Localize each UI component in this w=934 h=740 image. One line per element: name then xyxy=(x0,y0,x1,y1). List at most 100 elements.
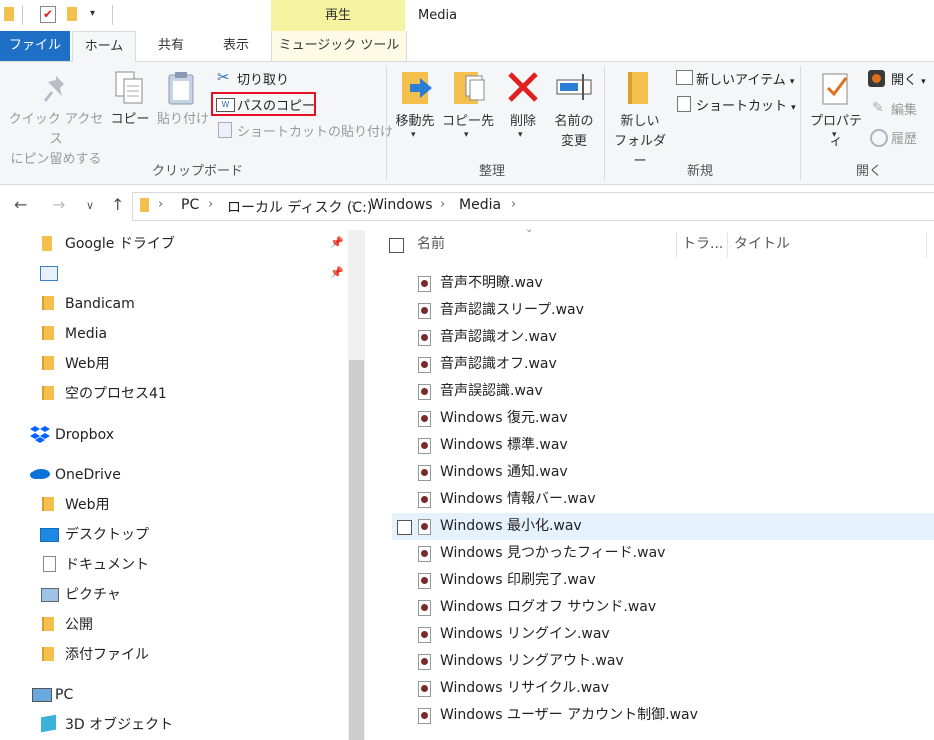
chevron-down-icon[interactable]: ▾ xyxy=(518,130,523,140)
clipboard-group-label: クリップボード xyxy=(152,164,244,179)
delete-button[interactable]: 削除 xyxy=(502,112,544,132)
nav-item-public[interactable]: 公開 xyxy=(65,610,93,640)
folder-icon xyxy=(42,647,54,661)
folder-icon xyxy=(42,617,54,631)
easy-access-button[interactable]: ショートカット ▾ xyxy=(696,95,796,114)
file-name[interactable]: 音声認識スリープ.wav xyxy=(440,297,584,324)
breadcrumb-separator-icon[interactable]: › xyxy=(351,197,356,212)
chevron-down-icon: ▾ xyxy=(921,77,926,87)
back-arrow-icon[interactable]: ← xyxy=(14,195,27,214)
column-header-track[interactable]: トラ... xyxy=(682,230,723,258)
nav-item-attachments[interactable]: 添付ファイル xyxy=(65,640,149,670)
wav-file-icon xyxy=(418,573,431,589)
column-divider[interactable] xyxy=(926,232,927,258)
breadcrumb-media[interactable]: Media xyxy=(459,197,501,213)
column-header-name[interactable]: 名前 xyxy=(417,230,445,258)
easy-access-label: ショートカット xyxy=(696,99,788,114)
cut-button[interactable]: 切り取り xyxy=(237,69,289,88)
move-to-icon xyxy=(400,70,434,106)
tab-view[interactable]: 表示 xyxy=(212,31,260,61)
file-name[interactable]: Windows リングアウト.wav xyxy=(440,648,624,675)
file-name[interactable]: Windows ログオフ サウンド.wav xyxy=(440,594,656,621)
new-folder-button[interactable]: 新しい フォルダー xyxy=(610,112,670,172)
file-name[interactable]: 音声認識オフ.wav xyxy=(440,351,557,378)
nav-item-media[interactable]: Media xyxy=(65,319,107,349)
pin-icon[interactable]: 📌 xyxy=(330,236,344,249)
open-button[interactable]: 開く ▾ xyxy=(891,69,926,88)
breadcrumb-separator-icon[interactable]: › xyxy=(511,197,516,212)
file-name[interactable]: Windows リングイン.wav xyxy=(440,621,610,648)
breadcrumb-pc[interactable]: PC xyxy=(181,197,199,213)
nav-item-documents[interactable]: ドキュメント xyxy=(65,550,149,580)
file-name[interactable]: Windows 標準.wav xyxy=(440,432,568,459)
nav-item-onedrive[interactable]: OneDrive xyxy=(55,460,121,490)
select-all-checkbox[interactable] xyxy=(389,238,404,253)
easy-access-icon xyxy=(677,96,691,112)
file-name[interactable]: 音声誤認識.wav xyxy=(440,378,543,405)
file-name[interactable]: Windows 最小化.wav xyxy=(440,513,582,540)
dropbox-icon xyxy=(30,425,50,443)
tab-music-tools[interactable]: ミュージック ツール xyxy=(271,31,407,61)
nav-item-unnamed-icon[interactable] xyxy=(40,266,58,281)
pictures-icon xyxy=(41,588,59,602)
wav-file-icon xyxy=(418,330,431,346)
rename-button[interactable]: 名前の 変更 xyxy=(550,112,598,152)
file-name[interactable]: Windows ユーザー アカウント制御.wav xyxy=(440,702,698,729)
new-folder-label-line2: フォルダー xyxy=(613,134,666,169)
breadcrumb-windows[interactable]: Windows xyxy=(370,197,433,213)
pin-icon[interactable]: 📌 xyxy=(330,266,344,279)
new-item-button[interactable]: 新しいアイテム ▾ xyxy=(696,69,794,88)
file-name[interactable]: Windows 通知.wav xyxy=(440,459,568,486)
file-name[interactable]: Windows 復元.wav xyxy=(440,405,568,432)
copy-button[interactable]: コピー xyxy=(110,110,150,130)
customize-quick-access-icon[interactable]: ▾ xyxy=(90,8,95,19)
copy-path-button[interactable]: パスのコピー xyxy=(237,95,315,114)
history-button[interactable]: 履歴 xyxy=(891,128,917,147)
recent-locations-chevron-icon[interactable]: ∨ xyxy=(86,199,94,212)
tab-home[interactable]: ホーム xyxy=(72,31,136,62)
nav-item-google-drive[interactable]: Google ドライブ xyxy=(65,229,175,259)
nav-item-web[interactable]: Web用 xyxy=(65,349,110,379)
breadcrumb-separator-icon[interactable]: › xyxy=(440,197,445,212)
nav-item-pc[interactable]: PC xyxy=(55,680,73,710)
file-name[interactable]: Windows 印刷完了.wav xyxy=(440,567,596,594)
chevron-down-icon[interactable]: ▾ xyxy=(464,130,469,140)
row-checkbox[interactable] xyxy=(397,520,412,535)
nav-pane-scroll-thumb[interactable] xyxy=(349,360,364,740)
file-name[interactable]: Windows 見つかったフィード.wav xyxy=(440,540,665,567)
nav-item-pictures[interactable]: ピクチャ xyxy=(65,580,121,610)
column-divider[interactable] xyxy=(676,232,677,258)
chevron-down-icon[interactable]: ▾ xyxy=(411,130,416,140)
file-name[interactable]: Windows 情報バー.wav xyxy=(440,486,596,513)
onedrive-cloud-icon xyxy=(30,467,50,479)
rename-label-line2: 変更 xyxy=(560,134,587,149)
nav-item-desktop[interactable]: デスクトップ xyxy=(65,520,149,550)
column-header-title[interactable]: タイトル xyxy=(734,230,790,258)
new-group-label: 新規 xyxy=(687,164,714,179)
nav-item-empty-process[interactable]: 空のプロセス41 xyxy=(65,379,167,409)
paste-shortcut-button[interactable]: ショートカットの貼り付け xyxy=(237,121,393,140)
tab-file[interactable]: ファイル xyxy=(0,31,70,61)
forward-arrow-icon[interactable]: → xyxy=(52,195,65,214)
breadcrumb-separator-icon[interactable]: › xyxy=(208,197,213,212)
file-name[interactable]: 音声認識オン.wav xyxy=(440,324,557,351)
pin-quick-access-button[interactable]: クイック アクセス にピン留めする xyxy=(4,110,108,170)
paste-button[interactable]: 貼り付け xyxy=(156,110,210,130)
breadcrumb-separator-icon[interactable]: › xyxy=(158,197,163,212)
nav-item-3d-objects[interactable]: 3D オブジェクト xyxy=(65,710,173,740)
column-divider[interactable] xyxy=(727,232,728,258)
up-arrow-icon[interactable]: ↑ xyxy=(111,195,124,214)
file-name[interactable]: Windows リサイクル.wav xyxy=(440,675,609,702)
nav-item-onedrive-web[interactable]: Web用 xyxy=(65,490,110,520)
copy-to-button[interactable]: コピー先 xyxy=(440,112,496,132)
copy-icon xyxy=(114,70,144,106)
properties-quick-icon[interactable]: ✔ xyxy=(40,6,56,23)
chevron-down-icon[interactable]: ▾ xyxy=(832,130,837,140)
edit-button[interactable]: 編集 xyxy=(891,99,917,118)
new-folder-quick-icon[interactable] xyxy=(67,7,77,21)
tab-share[interactable]: 共有 xyxy=(148,31,194,61)
nav-item-dropbox[interactable]: Dropbox xyxy=(55,420,114,450)
nav-item-bandicam[interactable]: Bandicam xyxy=(65,289,135,319)
move-to-button[interactable]: 移動先 xyxy=(390,112,440,132)
file-name[interactable]: 音声不明瞭.wav xyxy=(440,270,543,297)
